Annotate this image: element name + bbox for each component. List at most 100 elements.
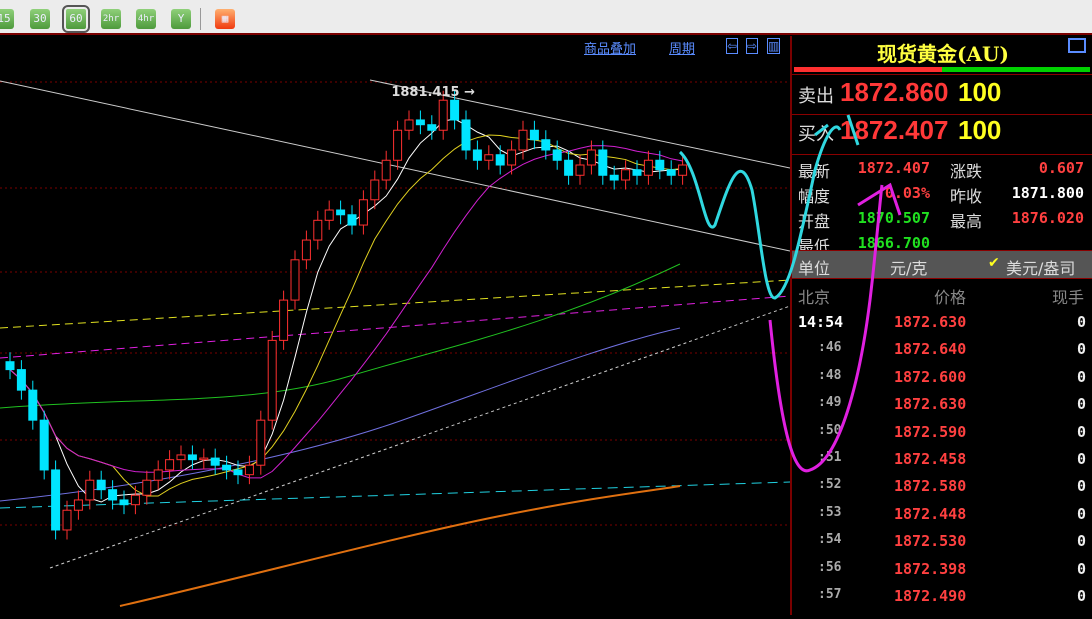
- period-30-button[interactable]: 30: [30, 9, 50, 29]
- candle-body: [643, 159, 653, 176]
- candle-body: [575, 164, 585, 176]
- tick-vol: 0: [1076, 587, 1086, 605]
- tick-vol: 0: [1076, 559, 1086, 578]
- tick-vol: 0: [1076, 450, 1086, 468]
- tick-time: :52: [818, 477, 842, 493]
- period-year-button[interactable]: Y: [171, 9, 191, 29]
- tick-row: :54 1872.530 0: [792, 529, 1092, 556]
- candle-body: [415, 119, 425, 126]
- stat-value: 0.607: [1038, 159, 1084, 177]
- stat-value: 0.03%: [884, 184, 930, 202]
- candle-body: [313, 219, 323, 241]
- tick-row: :56 1872.398 0: [792, 557, 1092, 584]
- candle-body: [484, 154, 494, 161]
- tick-vol: 0: [1076, 313, 1086, 331]
- period-4hr-button[interactable]: 4hr: [136, 9, 156, 29]
- candle-body: [358, 199, 368, 226]
- tick-row: :51 1872.458 0: [792, 447, 1092, 474]
- candle-body: [142, 479, 152, 496]
- candle-body: [347, 214, 357, 226]
- candle-body: [244, 464, 254, 476]
- candle-body: [130, 494, 140, 506]
- tick-time: :46: [818, 340, 842, 356]
- tick-price: 1872.580: [894, 477, 967, 496]
- ma10-line: [9, 134, 683, 497]
- ticks-time-header: 北京: [798, 288, 831, 307]
- candle-body: [518, 129, 528, 151]
- candle-body: [393, 129, 403, 161]
- candle-body: [301, 239, 311, 261]
- candle-body: [507, 149, 517, 166]
- ticks-price-header: 价格: [934, 288, 967, 307]
- candle-body: [427, 124, 437, 131]
- panel-toggle-icon[interactable]: ▥: [767, 38, 781, 54]
- tick-time: :51: [818, 450, 842, 465]
- instrument-title: 现货黄金(AU): [877, 42, 1009, 66]
- period-2hr-button[interactable]: 2hr: [101, 9, 121, 29]
- tick-time: :54: [818, 532, 842, 548]
- tick-price: 1872.640: [894, 340, 967, 359]
- candle-body: [39, 419, 49, 471]
- kline-chart[interactable]: 商品叠加 周期 ⇦ ⇨ ▥ 1881.415 →: [0, 36, 791, 615]
- candle-body: [666, 169, 676, 176]
- tick-price: 1872.448: [894, 504, 967, 523]
- tick-row: :52 1872.580 0: [792, 474, 1092, 501]
- tick-price: 1872.530: [894, 532, 967, 551]
- candle-body: [222, 464, 232, 471]
- chart-canvas: 1881.415 →: [0, 79, 791, 607]
- tick-price: 1872.458: [894, 450, 967, 468]
- stat-value: 1870.507: [857, 209, 930, 227]
- tick-vol: 0: [1076, 504, 1086, 523]
- tick-row: :57 1872.490 0: [792, 584, 1092, 611]
- overlay-link[interactable]: 商品叠加: [584, 38, 636, 57]
- period-link[interactable]: 周期: [669, 38, 695, 57]
- ma5-line: [9, 118, 683, 503]
- candle-body: [450, 99, 460, 121]
- buy-qty: 100: [958, 115, 1002, 145]
- candle-body: [438, 99, 448, 131]
- tick-row: :53 1872.448 0: [792, 502, 1092, 529]
- candle-body: [5, 361, 15, 371]
- toolbar-divider: [200, 8, 201, 30]
- tick-row: :50 1872.590 0: [792, 420, 1092, 447]
- magenta-dashed-line: [0, 295, 791, 359]
- unit-option-yuan-gram[interactable]: 元/克: [890, 255, 927, 279]
- candle-body: [153, 469, 163, 481]
- tick-vol: 0: [1076, 532, 1086, 551]
- maximize-icon[interactable]: [1068, 38, 1086, 53]
- tick-time: :48: [818, 367, 842, 383]
- stat-label: 最新: [798, 162, 831, 181]
- tick-row: :49 1872.630 0: [792, 392, 1092, 419]
- sell-price: 1872.860: [840, 77, 949, 107]
- candle-body: [621, 169, 631, 181]
- tick-time: :56: [818, 559, 842, 575]
- scroll-left-icon[interactable]: ⇦: [726, 38, 739, 54]
- candle-body: [529, 129, 539, 141]
- candle-body: [187, 454, 197, 461]
- candle-body: [267, 339, 277, 421]
- candle-body: [85, 479, 95, 501]
- candle-body: [210, 457, 220, 466]
- grid-window-icon[interactable]: ▦: [215, 9, 235, 29]
- scroll-right-icon[interactable]: ⇨: [746, 38, 759, 54]
- candle-body: [16, 369, 26, 391]
- tick-row: 14:54 1872.630 0: [792, 310, 1092, 337]
- tick-vol: 0: [1076, 422, 1086, 441]
- candle-body: [472, 149, 482, 161]
- period-15-button[interactable]: 15: [0, 9, 14, 29]
- stat-value: 1871.800: [1011, 184, 1084, 202]
- ma250-line: [119, 485, 681, 607]
- tick-price: 1872.600: [894, 367, 967, 386]
- candle-body: [404, 119, 414, 131]
- unit-option-usd-ounce[interactable]: 美元/盎司: [1006, 255, 1075, 279]
- candle-body: [73, 499, 83, 511]
- candle-body: [256, 419, 266, 466]
- check-icon: ✔: [988, 255, 1000, 271]
- quote-panel: 现货黄金(AU) 卖出 1872.860 100 买入 1872.407 100…: [790, 36, 1092, 615]
- candle-body: [62, 509, 72, 531]
- period-60-button[interactable]: 60: [62, 5, 90, 33]
- candle-body: [108, 489, 118, 501]
- candle-body: [461, 119, 471, 151]
- candle-body: [336, 209, 346, 216]
- tick-time: :57: [818, 587, 842, 602]
